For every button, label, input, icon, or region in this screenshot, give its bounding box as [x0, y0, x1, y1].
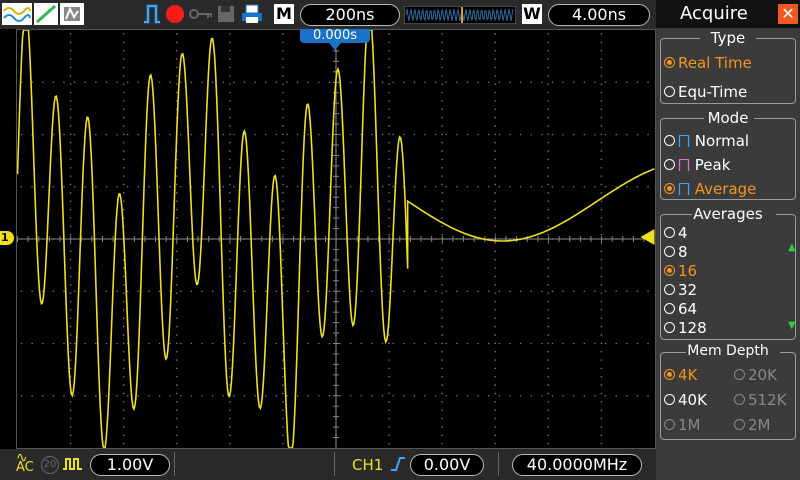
averages-option-16[interactable]: 16	[664, 262, 697, 280]
radio-button	[664, 227, 675, 238]
radio-button	[664, 135, 675, 146]
mem-depth-header: Mem Depth	[687, 343, 769, 359]
radio-button	[664, 303, 675, 314]
averages-header: Averages	[693, 205, 763, 223]
option-label: Equ-Time	[678, 83, 748, 101]
mem-depth-option-2m[interactable]: 2M	[734, 416, 771, 434]
scroll-up-arrow[interactable]: ▲	[788, 242, 796, 253]
divider	[174, 452, 175, 476]
invert-icon	[63, 458, 82, 470]
divider	[334, 452, 335, 476]
radio-button	[664, 284, 675, 295]
option-label: 16	[678, 262, 698, 280]
bandwidth-limit-label: 20	[43, 459, 57, 470]
memory-mode-badge[interactable]: M	[274, 4, 294, 24]
printer-icon[interactable]	[240, 3, 264, 25]
mem-depth-option-1m[interactable]: 1M	[664, 416, 701, 434]
option-label: 512K	[748, 391, 787, 409]
run-pulse-icon[interactable]	[142, 3, 162, 25]
stop-record-icon[interactable]	[164, 3, 186, 25]
rising-edge-icon	[391, 457, 405, 471]
averages-option-32[interactable]: 32	[664, 281, 697, 299]
option-label: 8	[678, 243, 688, 261]
averages-option-128[interactable]: 128	[664, 319, 707, 337]
mem-depth-option-4k[interactable]: 4K	[664, 366, 697, 384]
option-label: 2M	[748, 416, 771, 434]
mode-option-average[interactable]: ⨅ Average	[664, 180, 756, 198]
trigger-position-label: 0.000s	[313, 28, 357, 43]
window-mode-badge[interactable]: W	[522, 4, 542, 24]
radio-button	[664, 322, 675, 333]
divider	[498, 452, 499, 476]
radio-button	[664, 183, 675, 194]
bottom-status-bar: AC ∿ 20 1.00V CH1 0.00V 40.0000MHz	[0, 449, 656, 480]
type-option-equ-time[interactable]: Equ-Time	[664, 83, 747, 101]
timebase-display[interactable]: 200ns	[300, 4, 400, 26]
ch1-volts-display[interactable]: 1.00V	[90, 454, 170, 476]
save-disk-icon[interactable]	[216, 3, 236, 25]
radio-button	[664, 369, 675, 380]
radio-button	[664, 419, 675, 430]
averages-option-64[interactable]: 64	[664, 300, 697, 318]
trigger-position-pointer	[329, 43, 341, 50]
option-label: Peak	[694, 156, 731, 174]
option-label: Normal	[694, 132, 750, 150]
key-icon[interactable]	[188, 3, 214, 25]
option-label: Real Time	[678, 54, 752, 72]
radio-button	[664, 86, 675, 97]
radio-button	[664, 265, 675, 276]
mode-option-normal[interactable]: ⨅ Normal	[664, 132, 749, 150]
type-header: Type	[710, 29, 746, 47]
window-timebase-display[interactable]: 4.00ns	[548, 4, 650, 26]
option-label: 4	[678, 224, 688, 242]
radio-button	[734, 369, 745, 380]
radio-button	[734, 419, 745, 430]
option-label: 64	[678, 300, 698, 318]
channel1-marker-label: 1	[1, 231, 9, 244]
frequency-display: 40.0000MHz	[512, 454, 642, 476]
persist-icon[interactable]	[60, 3, 84, 25]
memory-overview-bar[interactable]	[404, 6, 516, 24]
ac-coupling-icon: ∿	[16, 450, 28, 466]
average-mode-icon: ⨅	[678, 180, 691, 198]
trigger-level-display[interactable]: 0.00V	[410, 454, 484, 476]
option-label: 40K	[678, 391, 707, 409]
trigger-level-marker[interactable]	[640, 229, 655, 245]
mem-depth-option-20k[interactable]: 20K	[734, 366, 777, 384]
averages-option-4[interactable]: 4	[664, 224, 688, 242]
top-toolbar: M 200ns W 4.00ns	[0, 0, 656, 29]
option-label: 1M	[678, 416, 701, 434]
radio-button	[664, 394, 675, 405]
waveform-icon[interactable]	[2, 3, 32, 25]
option-label: 32	[678, 281, 698, 299]
graticule	[17, 30, 655, 448]
radio-button	[664, 57, 675, 68]
option-label: 20K	[748, 366, 777, 384]
radio-button	[734, 394, 745, 405]
option-label: 128	[678, 319, 707, 337]
option-label: 4K	[678, 366, 698, 384]
mem-depth-option-40k[interactable]: 40K	[664, 391, 707, 409]
radio-button	[664, 159, 675, 170]
mem-depth-option-512k[interactable]: 512K	[734, 391, 786, 409]
mode-option-peak[interactable]: ⨅ Peak	[664, 156, 730, 174]
radio-button	[664, 246, 675, 257]
menu-title: Acquire	[680, 3, 748, 24]
normal-mode-icon: ⨅	[678, 132, 691, 150]
scroll-down-arrow[interactable]: ▼	[788, 320, 796, 331]
vector-icon[interactable]	[34, 3, 58, 25]
close-menu-button[interactable]: ✕	[778, 4, 798, 24]
peak-mode-icon: ⨅	[678, 156, 691, 174]
waveform-display[interactable]	[16, 29, 656, 449]
option-label: Average	[694, 180, 757, 198]
averages-option-8[interactable]: 8	[664, 243, 688, 261]
type-option-real-time[interactable]: Real Time	[664, 54, 752, 72]
mode-header: Mode	[707, 109, 749, 127]
trigger-source-label: CH1	[352, 456, 384, 474]
